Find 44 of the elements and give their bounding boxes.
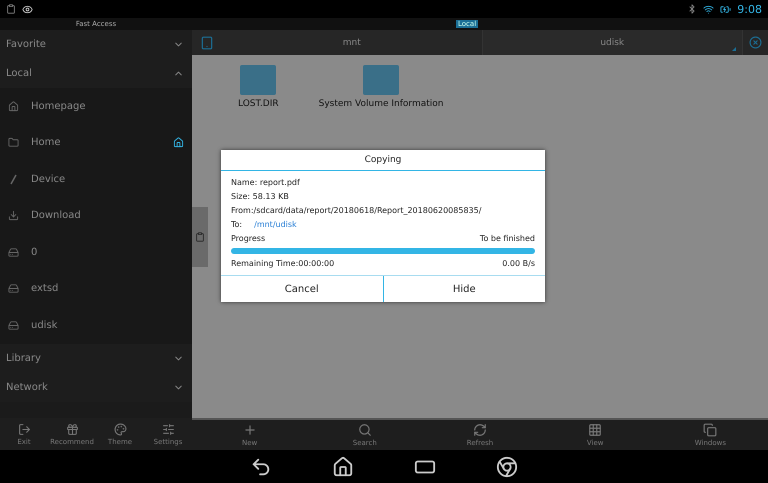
sliders-icon (162, 422, 174, 436)
source-path-text: From:/sdcard/data/report/20180618/Report_20180620085835/ (231, 206, 482, 215)
file-name[interactable]: LOST.DIR (238, 99, 279, 109)
sd-card-icon (8, 283, 19, 294)
windows-icon (703, 423, 718, 437)
download-icon (8, 210, 19, 222)
sd-card-icon (8, 320, 19, 331)
dialog-button[interactable]: Hide (382, 276, 545, 302)
folder-icon (8, 137, 19, 148)
progress-label: Progress (231, 234, 266, 243)
destination-path: /mnt/udisk (254, 220, 297, 229)
exit-icon (18, 422, 30, 436)
gift-icon (66, 422, 78, 436)
plus-icon (242, 423, 257, 437)
battery-icon (720, 4, 732, 14)
dialog-title: Copying (221, 150, 545, 171)
remaining-time-text: Remaining Time:00:00:00 (231, 259, 334, 268)
sd-card-icon (8, 246, 19, 258)
path-tab[interactable]: udisk (482, 30, 743, 55)
clock-time: 9:08 (737, 2, 762, 16)
device-icon[interactable] (200, 36, 214, 50)
destination-label: To: (231, 220, 242, 229)
grid-icon (588, 423, 602, 437)
browser-icon[interactable] (496, 456, 518, 478)
status-text: To be finished (480, 234, 535, 243)
back-icon[interactable] (250, 456, 272, 478)
file-size-text: Size: 58.13 KB (231, 192, 290, 201)
dialog-button[interactable]: Cancel (221, 276, 382, 302)
clipboard-handle[interactable] (192, 207, 208, 267)
close-icon[interactable] (749, 36, 762, 49)
clipboard-icon (6, 4, 16, 14)
bluetooth-icon (687, 4, 698, 14)
refresh-icon (473, 423, 487, 437)
home-icon[interactable] (332, 456, 354, 478)
slash-icon (8, 174, 19, 185)
clipboard-icon (195, 232, 205, 242)
house-icon (8, 100, 19, 112)
wifi-icon (703, 4, 714, 14)
eye-icon (22, 4, 33, 14)
speed-text: 0.00 B/s (502, 259, 535, 268)
search-icon (358, 423, 372, 437)
palette-icon (114, 422, 126, 436)
file-name[interactable]: System Volume Information (318, 99, 444, 109)
file-name-text: Name: report.pdf (231, 178, 301, 187)
